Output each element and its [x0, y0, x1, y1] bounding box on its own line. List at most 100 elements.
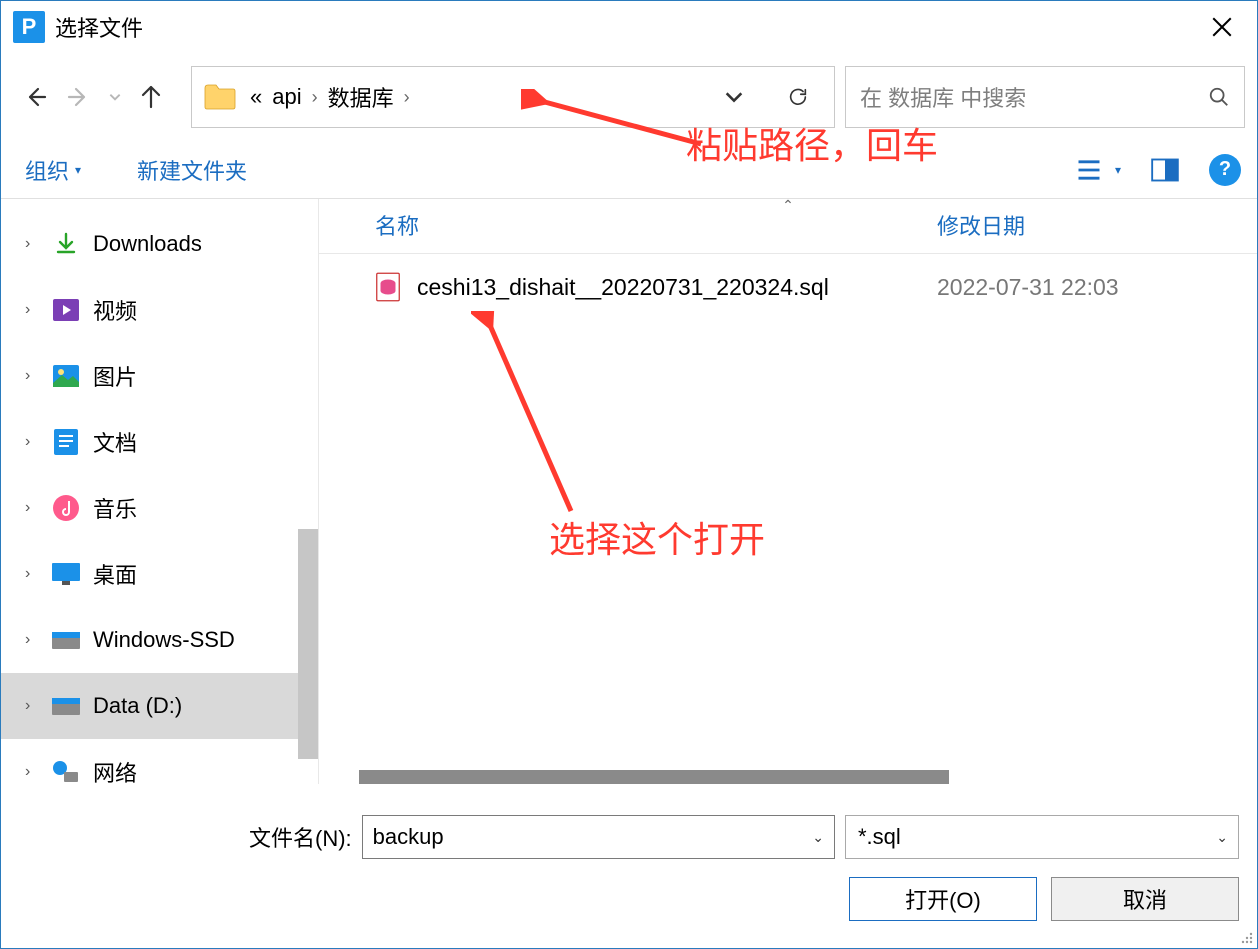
close-button[interactable] — [1195, 7, 1249, 47]
tree-label: Downloads — [93, 231, 202, 257]
expand-icon[interactable]: › — [25, 697, 39, 715]
new-folder-button[interactable]: 新建文件夹 — [129, 150, 255, 190]
chevron-down-icon[interactable]: ⌄ — [1216, 829, 1228, 846]
expand-icon[interactable]: › — [25, 367, 39, 385]
cancel-button[interactable]: 取消 — [1051, 877, 1239, 921]
document-icon — [54, 429, 78, 455]
expand-icon[interactable]: › — [25, 235, 39, 253]
file-type-filter[interactable]: *.sql ⌄ — [845, 815, 1239, 859]
toolbar: 组织 ▾ 新建文件夹 ▾ ? — [1, 141, 1257, 199]
image-icon — [53, 365, 79, 387]
column-headers[interactable]: ⌃ 名称 修改日期 — [319, 199, 1257, 254]
tree-label: 图片 — [93, 360, 137, 392]
breadcrumb: « api › 数据库 › — [250, 81, 716, 113]
download-icon — [54, 232, 78, 256]
tree-label: Data (D:) — [93, 693, 182, 719]
folder-tree[interactable]: › Downloads › 视频 › 图片 › 文档 › — [1, 199, 319, 784]
tree-item-windows-ssd[interactable]: › Windows-SSD — [1, 607, 318, 673]
resize-grip-icon[interactable] — [1237, 928, 1253, 944]
desktop-icon — [52, 563, 80, 585]
tree-item-documents[interactable]: › 文档 — [1, 409, 318, 475]
tree-scrollbar[interactable] — [298, 529, 318, 759]
expand-icon[interactable]: › — [25, 499, 39, 517]
chevron-down-icon[interactable]: ⌄ — [812, 829, 824, 846]
nav-bar: « api › 数据库 › 在 数据库 中搜索 — [1, 53, 1257, 141]
address-dropdown[interactable] — [716, 79, 752, 115]
forward-button[interactable] — [57, 75, 101, 119]
refresh-button[interactable] — [780, 79, 816, 115]
tree-item-downloads[interactable]: › Downloads — [1, 211, 318, 277]
tree-item-data-d[interactable]: › Data (D:) — [1, 673, 318, 739]
tree-item-music[interactable]: › 音乐 — [1, 475, 318, 541]
new-folder-label: 新建文件夹 — [137, 154, 247, 186]
search-icon — [1208, 86, 1230, 108]
list-icon — [1075, 156, 1103, 184]
sort-chevron-icon: ⌃ — [782, 197, 794, 214]
help-button[interactable]: ? — [1209, 154, 1241, 186]
filename-value: backup — [373, 824, 444, 850]
window-title: 选择文件 — [55, 11, 143, 43]
tree-label: 文档 — [93, 426, 137, 458]
view-options-button[interactable] — [1071, 152, 1107, 188]
titlebar: P 选择文件 — [1, 1, 1257, 53]
file-list-area: ⌃ 名称 修改日期 ceshi13_dishait__20220731_2203… — [319, 199, 1257, 784]
drive-icon — [52, 631, 80, 649]
filename-label: 文件名(N): — [249, 821, 352, 853]
breadcrumb-prefix: « — [250, 84, 262, 110]
expand-icon[interactable]: › — [25, 301, 39, 319]
arrow-right-icon — [67, 85, 91, 109]
column-date[interactable]: 修改日期 — [937, 209, 1237, 241]
refresh-icon — [787, 86, 809, 108]
breadcrumb-item[interactable]: api — [272, 84, 301, 110]
tree-item-videos[interactable]: › 视频 — [1, 277, 318, 343]
network-icon — [52, 760, 80, 784]
expand-icon[interactable]: › — [25, 433, 39, 451]
breadcrumb-separator: › — [312, 87, 318, 108]
tree-item-pictures[interactable]: › 图片 — [1, 343, 318, 409]
search-placeholder: 在 数据库 中搜索 — [860, 81, 1208, 113]
expand-icon[interactable]: › — [25, 763, 39, 781]
bottom-panel: 文件名(N): backup ⌄ *.sql ⌄ 打开(O) 取消 — [1, 784, 1257, 948]
chevron-down-icon: ▾ — [75, 163, 81, 177]
preview-pane-icon — [1151, 156, 1179, 184]
column-name[interactable]: 名称 — [375, 209, 937, 241]
search-input[interactable]: 在 数据库 中搜索 — [845, 66, 1245, 128]
up-button[interactable] — [129, 75, 173, 119]
back-button[interactable] — [13, 75, 57, 119]
expand-icon[interactable]: › — [25, 565, 39, 583]
address-bar[interactable]: « api › 数据库 › — [191, 66, 835, 128]
tree-label: 桌面 — [93, 558, 137, 590]
expand-icon[interactable]: › — [25, 631, 39, 649]
tree-item-network[interactable]: › 网络 — [1, 739, 318, 784]
tree-label: 网络 — [93, 756, 137, 784]
file-row[interactable]: ceshi13_dishait__20220731_220324.sql 202… — [319, 254, 1257, 320]
breadcrumb-item[interactable]: 数据库 — [328, 81, 394, 113]
filename-input[interactable]: backup ⌄ — [362, 815, 835, 859]
preview-pane-button[interactable] — [1147, 152, 1183, 188]
music-icon — [53, 495, 79, 521]
tree-label: 视频 — [93, 294, 137, 326]
app-icon: P — [13, 11, 45, 43]
file-date: 2022-07-31 22:03 — [937, 274, 1237, 301]
arrow-left-icon — [23, 85, 47, 109]
tree-label: 音乐 — [93, 492, 137, 524]
video-icon — [53, 299, 79, 321]
arrow-up-icon — [139, 85, 163, 109]
filter-value: *.sql — [858, 824, 901, 850]
horizontal-scrollbar[interactable] — [359, 770, 949, 784]
chevron-down-icon — [108, 90, 122, 104]
file-name: ceshi13_dishait__20220731_220324.sql — [417, 274, 921, 301]
organize-menu[interactable]: 组织 ▾ — [17, 150, 89, 190]
main-area: › Downloads › 视频 › 图片 › 文档 › — [1, 199, 1257, 784]
breadcrumb-separator: › — [404, 87, 410, 108]
close-icon — [1212, 17, 1232, 37]
sql-file-icon — [375, 272, 401, 302]
recent-dropdown[interactable] — [101, 75, 129, 119]
open-button[interactable]: 打开(O) — [849, 877, 1037, 921]
file-dialog-window: P 选择文件 « api › 数据库 › — [0, 0, 1258, 949]
folder-icon — [198, 75, 242, 119]
tree-item-desktop[interactable]: › 桌面 — [1, 541, 318, 607]
tree-label: Windows-SSD — [93, 627, 235, 653]
chevron-down-icon: ▾ — [1115, 163, 1121, 177]
organize-label: 组织 — [25, 154, 69, 186]
